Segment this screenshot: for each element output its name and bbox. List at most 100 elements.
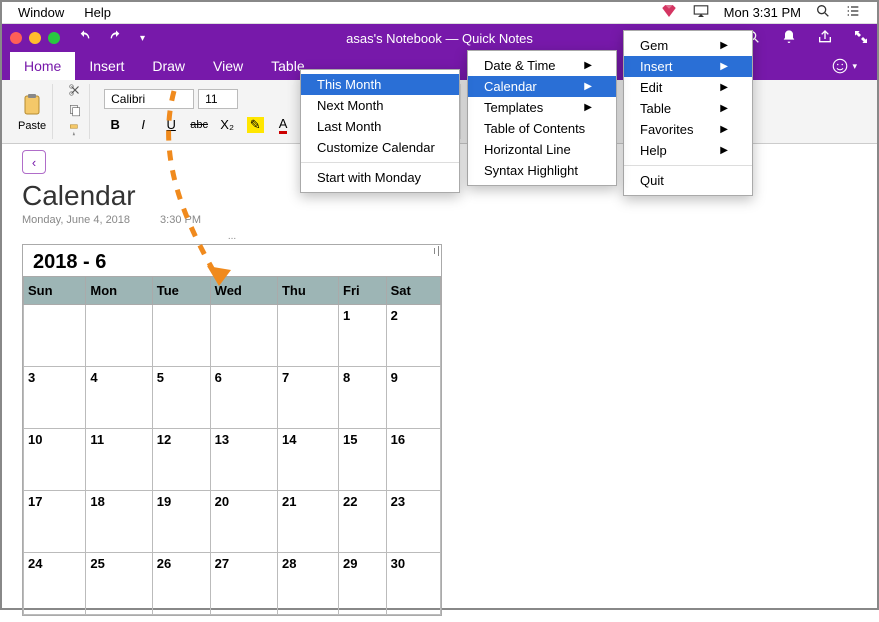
calendar-menu-item[interactable]: Next Month [301,95,459,116]
copy-icon[interactable] [67,103,83,120]
calendar-day-header: Sun [24,277,86,305]
share-icon[interactable] [817,29,833,48]
insert-menu-item[interactable]: Calendar▶ [468,76,616,97]
calendar-cell[interactable]: 16 [386,429,440,491]
page-area: ‹ Calendar Monday, June 4, 2018 3:30 PM … [2,144,877,622]
calendar-cell[interactable]: 6 [210,367,277,429]
calendar-cell[interactable]: 13 [210,429,277,491]
calendar-cell[interactable]: 14 [277,429,338,491]
menu-help[interactable]: Help [84,5,111,20]
insert-menu-item[interactable]: Horizontal Line [468,139,616,160]
calendar-cell[interactable]: 20 [210,491,277,553]
highlight-button[interactable]: ✎ [244,115,266,135]
insert-menu-item[interactable]: Date & Time▶ [468,55,616,76]
calendar-cell[interactable]: 24 [24,553,86,615]
calendar-cell[interactable] [210,305,277,367]
calendar-cell[interactable]: 29 [339,553,387,615]
underline-button[interactable]: U [160,115,182,135]
gem-menu-item[interactable]: Insert▶ [624,56,752,77]
calendar-cell[interactable]: 27 [210,553,277,615]
calendar-cell[interactable]: 5 [152,367,210,429]
calendar-menu-item[interactable]: Last Month [301,116,459,137]
calendar-cell[interactable] [277,305,338,367]
airplay-icon[interactable] [692,2,710,23]
strike-button[interactable]: abc [188,115,210,135]
calendar-cell[interactable]: 25 [86,553,152,615]
undo-icon[interactable] [76,29,92,48]
calendar-cell[interactable]: 21 [277,491,338,553]
gem-menu-item[interactable]: Quit [624,170,752,191]
tab-home[interactable]: Home [10,52,75,80]
calendar-cell[interactable] [152,305,210,367]
calendar-cell[interactable]: 9 [386,367,440,429]
calendar-cell[interactable]: 8 [339,367,387,429]
gem-menu-item[interactable]: Gem▶ [624,35,752,56]
calendar-cell[interactable]: 19 [152,491,210,553]
calendar-cell[interactable]: 2 [386,305,440,367]
calendar-cell[interactable]: 15 [339,429,387,491]
calendar-menu-item[interactable]: Customize Calendar [301,137,459,158]
calendar-cell[interactable]: 30 [386,553,440,615]
calendar-cell[interactable]: 26 [152,553,210,615]
spotlight-icon[interactable] [815,3,831,22]
calendar-day-header: Thu [277,277,338,305]
calendar-day-header: Fri [339,277,387,305]
mac-menubar: Window Help Mon 3:31 PM [2,2,877,24]
insert-menu-item[interactable]: Syntax Highlight [468,160,616,181]
list-icon[interactable] [845,3,861,22]
back-button[interactable]: ‹ [22,150,46,174]
calendar-table: SunMonTueWedThuFriSat 123456789101112131… [23,276,441,615]
calendar-cell[interactable]: 7 [277,367,338,429]
calendar-day-header: Sat [386,277,440,305]
fullscreen-icon[interactable] [853,29,869,48]
gem-menu: Gem▶Insert▶Edit▶Table▶Favorites▶Help▶ Qui… [623,30,753,196]
insert-submenu: Date & Time▶Calendar▶Templates▶Table of … [467,50,617,186]
gem-menu-item[interactable]: Edit▶ [624,77,752,98]
calendar-cell[interactable]: 11 [86,429,152,491]
calendar-cell[interactable]: 12 [152,429,210,491]
gem-menu-item[interactable]: Favorites▶ [624,119,752,140]
menu-window[interactable]: Window [18,5,64,20]
tab-insert[interactable]: Insert [75,52,138,80]
subscript-button[interactable]: X₂ [216,115,238,135]
insert-menu-item[interactable]: Table of Contents [468,118,616,139]
resize-handle-icon[interactable] [428,244,442,258]
bell-icon[interactable] [781,29,797,48]
font-size-select[interactable]: 11 [198,89,238,109]
calendar-cell[interactable]: 3 [24,367,86,429]
font-color-button[interactable]: A [272,115,294,135]
calendar-day-header: Mon [86,277,152,305]
tab-draw[interactable]: Draw [138,52,199,80]
bold-button[interactable]: B [104,115,126,135]
calendar-cell[interactable]: 4 [86,367,152,429]
calendar-cell[interactable]: 23 [386,491,440,553]
gem-menu-item[interactable]: Help▶ [624,140,752,161]
italic-button[interactable]: I [132,115,154,135]
calendar-menu-item[interactable]: Start with Monday [301,167,459,188]
traffic-lights[interactable] [10,32,60,44]
format-painter-icon[interactable] [67,123,83,140]
calendar-cell[interactable]: 10 [24,429,86,491]
calendar-cell[interactable] [86,305,152,367]
calendar-cell[interactable] [24,305,86,367]
qa-dropdown-icon[interactable]: ▾ [140,33,145,44]
calendar-submenu: This MonthNext MonthLast MonthCustomize … [300,69,460,193]
font-family-select[interactable]: Calibri [104,89,194,109]
note-container[interactable]: 2018 - 6 SunMonTueWedThuFriSat 123456789… [22,244,442,616]
calendar-cell[interactable]: 17 [24,491,86,553]
gem-menubar-icon[interactable] [660,2,678,23]
calendar-cell[interactable]: 28 [277,553,338,615]
tab-view[interactable]: View [199,52,257,80]
calendar-heading: 2018 - 6 [23,245,441,276]
calendar-menu-item[interactable]: This Month [301,74,459,95]
smiley-icon[interactable]: ▾ [819,52,869,80]
paste-button[interactable]: Paste [18,92,46,132]
calendar-cell[interactable]: 22 [339,491,387,553]
gem-menu-item[interactable]: Table▶ [624,98,752,119]
paste-label: Paste [18,120,46,132]
calendar-cell[interactable]: 1 [339,305,387,367]
redo-icon[interactable] [108,29,124,48]
insert-menu-item[interactable]: Templates▶ [468,97,616,118]
calendar-cell[interactable]: 18 [86,491,152,553]
cut-icon[interactable] [67,83,83,100]
